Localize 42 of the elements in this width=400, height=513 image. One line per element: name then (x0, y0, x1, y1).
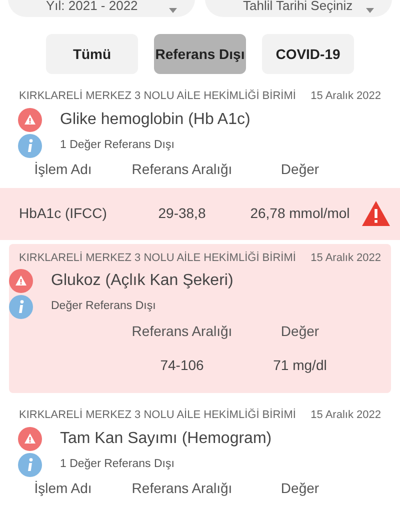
result-date: 15 Aralık 2022 (310, 250, 381, 266)
dropdown-field[interactable]: Yıl: 2021 - 2022 (8, 0, 195, 17)
result-date: 15 Aralık 2022 (310, 89, 381, 104)
column-header: Referans Aralığı (130, 322, 234, 341)
table-cell-text: HbA1c (IFCC) (18, 204, 108, 223)
institution-name: KIRKLARELİ MERKEZ 3 NOLU AİLE HEKİMLİĞİ BİRİMİ (19, 408, 296, 423)
dropdown-field[interactable]: Tahlil Tarihi Seçiniz (205, 0, 392, 17)
caret-icon (366, 8, 374, 13)
warning-icon (18, 108, 42, 132)
test-title: Tam Kan Sayımı (Hemogram) (60, 428, 272, 448)
info-icon (9, 295, 33, 319)
column-header: Referans Aralığı (130, 479, 234, 498)
column-header: Referans Aralığı (130, 160, 234, 179)
filter-tab[interactable]: COVID-19 (262, 34, 354, 74)
info-icon (18, 134, 42, 158)
table-cell-text: 29-38,8 (157, 204, 207, 223)
table-cell-text: 71 mg/dl (272, 356, 328, 375)
institution-name: KIRKLARELİ MERKEZ 3 NOLU AİLE HEKİMLİĞİ BİRİMİ (19, 250, 296, 266)
column-header: İşlem Adı (33, 479, 93, 498)
filter-tab[interactable]: Referans Dışı (154, 34, 246, 74)
out-of-range-note: Değer Referans Dışı (51, 299, 156, 314)
table-cell-text: 74-106 (159, 356, 205, 374)
warning-icon (18, 426, 42, 450)
table-cell-text: 26,78 mmol/mol (249, 204, 351, 223)
column-header: Değer (280, 160, 320, 179)
institution-name: KIRKLARELİ MERKEZ 3 NOLU AİLE HEKİMLİĞİ BİRİMİ (19, 88, 296, 104)
info-icon (18, 452, 42, 476)
out-of-range-note: 1 Değer Referans Dışı (60, 456, 174, 472)
caret-icon (169, 8, 177, 13)
out-of-range-note: 1 Değer Referans Dışı (60, 138, 174, 153)
warning-icon (362, 201, 390, 226)
result-card[interactable]: KIRKLARELİ MERKEZ 3 NOLU AİLE HEKİMLİĞİ BİRİMİ 15 Aralık 2022 Tam Kan Sayımı (Hemogram) 1 Değer Referans Dışı İşlem Adı Referans Aralığı Değer (0, 407, 400, 500)
result-date: 15 Aralık 2022 (310, 408, 381, 423)
result-card[interactable]: KIRKLARELİ MERKEZ 3 NOLU AİLE HEKİMLİĞİ BİRİMİ 15 Aralık 2022 Glukoz (Açlık Kan Şekeri) Değer Referans Dışı Referans Aralığı Değer 74-106 71 mg/dl (9, 244, 391, 393)
filter-tab[interactable]: Tümü (46, 34, 138, 74)
column-header: Değer (280, 479, 320, 498)
result-card[interactable]: KIRKLARELİ MERKEZ 3 NOLU AİLE HEKİMLİĞİ BİRİMİ 15 Aralık 2022 Glike hemoglobin (Hb A1c) 1 Değer Referans Dışı İşlem Adı Referans Aralığı Değer HbA1c (IFCC) 29-38,8 26,78 mmol/mol (0, 88, 400, 240)
test-title: Glike hemoglobin (Hb A1c) (60, 110, 250, 130)
test-title: Glukoz (Açlık Kan Şekeri) (51, 271, 234, 291)
column-header: İşlem Adı (33, 160, 93, 179)
warning-icon (9, 269, 33, 293)
column-header: Değer (280, 322, 320, 341)
